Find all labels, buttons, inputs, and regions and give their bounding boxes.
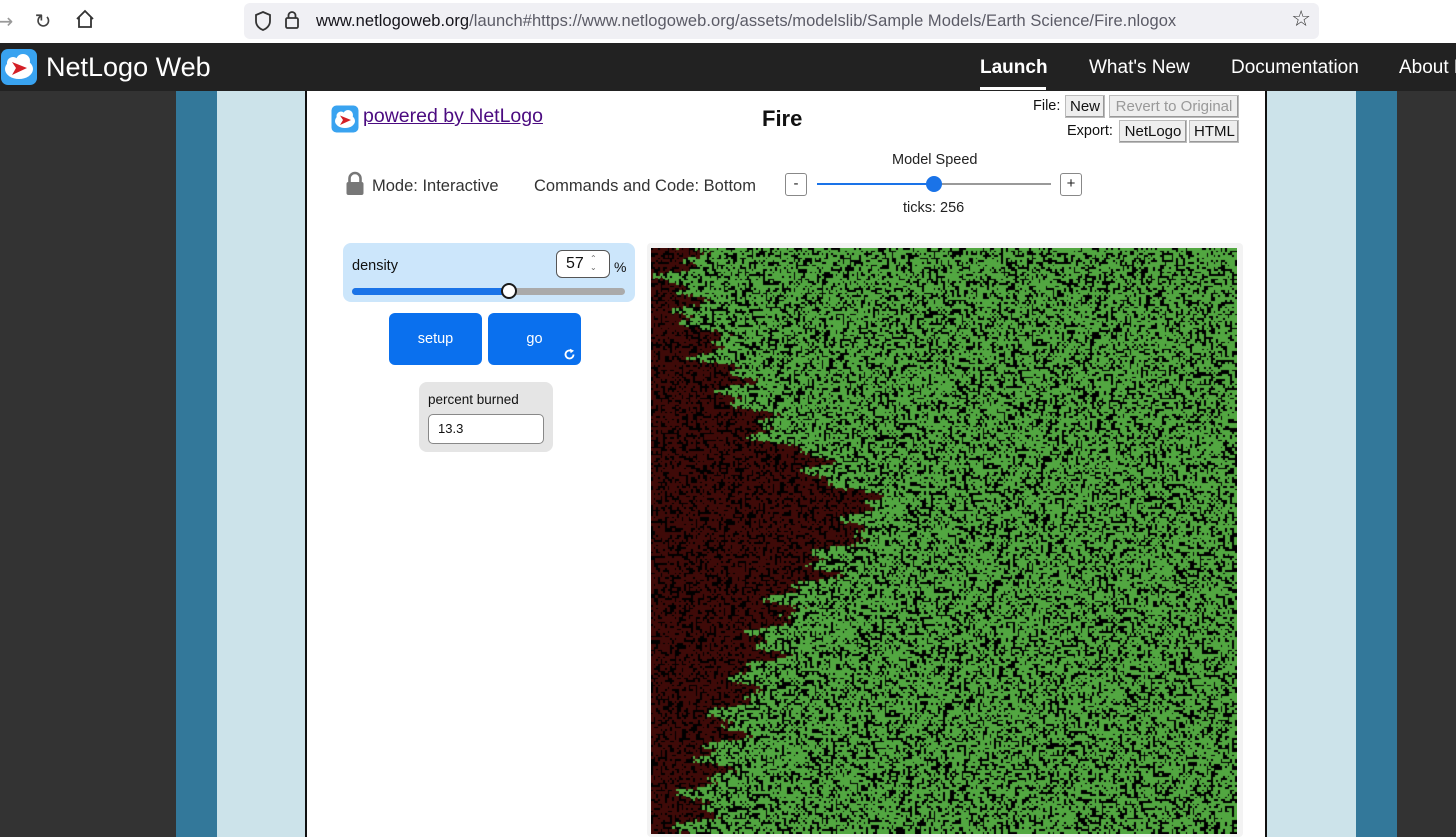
browser-toolbar: → ↻ www.netlogoweb.org/launch#https://ww… <box>0 0 1456 43</box>
url-host: www.netlogoweb.org <box>316 12 470 30</box>
home-icon[interactable] <box>72 8 98 34</box>
percent-burned-monitor: percent burned 13.3 <box>419 382 553 452</box>
model-title: Fire <box>762 106 803 131</box>
density-slider-thumb[interactable] <box>501 283 518 299</box>
monitor-value: 13.3 <box>428 414 544 444</box>
speed-increase-button[interactable]: + <box>1060 173 1082 196</box>
export-html-button[interactable]: HTML <box>1189 120 1239 143</box>
url-path: /launch#https://www.netlogoweb.org/asset… <box>469 12 1177 30</box>
powered-by-link[interactable]: powered by NetLogo <box>363 105 543 128</box>
nav-active-indicator <box>980 87 1046 90</box>
new-button[interactable]: New <box>1065 95 1105 118</box>
page-margin-right-dark <box>1356 91 1397 837</box>
density-track[interactable] <box>352 288 625 295</box>
page-margin-left-dark <box>176 91 217 837</box>
export-label: Export: <box>1067 123 1113 139</box>
commands-and-code-toggle[interactable]: Commands and Code: Bottom <box>534 177 756 196</box>
speed-decrease-button[interactable]: - <box>785 173 807 196</box>
nav-launch[interactable]: Launch <box>980 57 1048 79</box>
setup-button[interactable]: setup <box>389 313 482 365</box>
model-panel: powered by NetLogo Fire File: New Revert… <box>305 91 1267 837</box>
netlogo-logo-icon[interactable] <box>0 48 38 86</box>
speed-track-empty <box>934 183 1051 185</box>
nav-about[interactable]: About NetLogo <box>1399 57 1456 79</box>
site-title[interactable]: NetLogo Web <box>46 52 211 83</box>
density-track-fill <box>352 288 510 295</box>
bookmark-star-icon[interactable]: ☆ <box>1291 9 1311 31</box>
density-value-input[interactable]: 57 <box>556 250 610 278</box>
nav-whats-new[interactable]: What's New <box>1089 57 1190 79</box>
forever-refresh-icon <box>564 348 575 360</box>
monitor-label: percent burned <box>428 392 519 407</box>
padlock-icon[interactable] <box>345 171 365 196</box>
setup-button-label: setup <box>417 331 454 347</box>
url-text[interactable]: www.netlogoweb.org/launch#https://www.ne… <box>316 12 1176 31</box>
density-slider[interactable]: density 57 ⌃ ⌄ % <box>343 243 635 302</box>
go-button[interactable]: go <box>488 313 581 365</box>
density-label: density <box>352 258 398 274</box>
forward-icon[interactable]: → <box>0 8 18 34</box>
page-margin-right-light <box>1267 91 1356 837</box>
model-speed-label: Model Speed <box>892 152 978 168</box>
page-margin-left-light <box>217 91 305 837</box>
export-netlogo-button[interactable]: NetLogo <box>1119 120 1187 143</box>
mode-toggle[interactable]: Mode: Interactive <box>372 177 499 196</box>
go-button-label: go <box>526 331 543 347</box>
world-view[interactable] <box>651 248 1237 834</box>
lock-icon[interactable] <box>284 10 300 35</box>
world-view-frame <box>647 243 1243 837</box>
ticks-counter: ticks: 256 <box>903 200 965 216</box>
nav-documentation[interactable]: Documentation <box>1231 57 1359 79</box>
address-bar[interactable]: www.netlogoweb.org/launch#https://www.ne… <box>244 3 1319 39</box>
file-label: File: <box>1033 98 1061 114</box>
netlogo-small-logo-icon[interactable] <box>331 105 359 133</box>
speed-slider-thumb[interactable] <box>926 176 942 192</box>
reload-icon[interactable]: ↻ <box>30 8 56 34</box>
shield-icon[interactable] <box>254 11 272 36</box>
spinner-arrows-icon[interactable]: ⌃ ⌄ <box>590 254 597 272</box>
density-units: % <box>614 259 627 275</box>
site-header: NetLogo Web Launch What's New Documentat… <box>0 43 1456 91</box>
revert-button[interactable]: Revert to Original <box>1109 95 1239 118</box>
speed-track-filled <box>817 183 934 185</box>
